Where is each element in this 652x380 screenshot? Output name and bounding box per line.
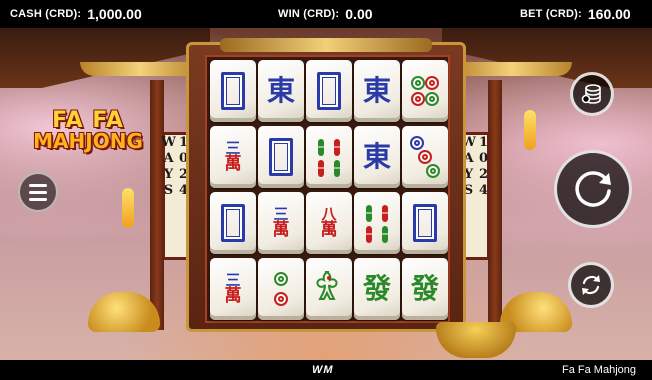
bet-display: BET (CRD): 160.00 <box>520 0 631 28</box>
tile-east-wind: 東 <box>354 126 400 188</box>
tile-green-fa: 發 <box>402 258 448 320</box>
cash-display: CASH (CRD): 1,000.00 <box>10 0 142 28</box>
tile-two-circles <box>258 258 304 320</box>
spin-button[interactable] <box>554 150 632 228</box>
white-dragon-symbol <box>413 204 437 242</box>
autoplay-icon <box>582 275 600 295</box>
autoplay-button[interactable] <box>568 262 614 308</box>
coin-stack-icon <box>581 84 601 104</box>
tile-four-circles <box>402 60 448 122</box>
green-fa-symbol: 發 <box>410 272 439 305</box>
three-circles-symbol <box>410 136 440 178</box>
cash-value: 1,000.00 <box>87 6 142 22</box>
three-wan-symbol: 三萬 <box>272 205 290 240</box>
game-name: Fa Fa Mahjong <box>562 364 636 376</box>
provider-logo: WM <box>312 364 334 376</box>
four-circles-symbol <box>411 76 439 106</box>
win-label: WIN (CRD): <box>278 8 340 20</box>
white-dragon-symbol <box>221 204 245 242</box>
eight-wan-symbol: 八萬 <box>320 205 338 240</box>
roof-eave-right <box>452 62 572 76</box>
east-wind-symbol: 東 <box>362 74 391 107</box>
three-wan-symbol: 三萬 <box>224 271 242 306</box>
tile-bird-bamboo <box>306 258 352 320</box>
four-bamboo-symbol <box>318 139 340 177</box>
menu-icon-bar <box>29 197 47 201</box>
white-dragon-symbol <box>269 138 293 176</box>
bird-bamboo-symbol <box>316 271 338 300</box>
menu-button[interactable] <box>18 172 58 212</box>
bet-value: 160.00 <box>587 6 631 22</box>
game-logo: FA FA MAHJONG <box>18 108 158 153</box>
four-bamboo-symbol <box>366 205 388 243</box>
tile-east-wind: 東 <box>354 60 400 122</box>
tile-four-bamboo <box>306 126 352 188</box>
tile-four-bamboo <box>354 192 400 254</box>
tile-three-wan: 三萬 <box>210 126 256 188</box>
tile-east-wind: 東 <box>258 60 304 122</box>
white-dragon-symbol <box>317 72 341 110</box>
green-fa-symbol: 發 <box>362 272 391 305</box>
east-wind-symbol: 東 <box>362 140 391 173</box>
white-dragon-symbol <box>221 72 245 110</box>
win-value: 0.00 <box>345 6 373 22</box>
tile-white-dragon <box>210 60 256 122</box>
east-wind-symbol: 東 <box>266 74 295 107</box>
tile-three-wan: 三萬 <box>210 258 256 320</box>
bet-settings-button[interactable] <box>570 72 614 116</box>
tile-white-dragon <box>402 192 448 254</box>
reel-grid: 三萬三萬東三萬八萬東東發發 <box>205 55 450 323</box>
three-wan-symbol: 三萬 <box>224 139 242 174</box>
logo-line2: MAHJONG <box>33 129 143 153</box>
tile-three-wan: 三萬 <box>258 192 304 254</box>
tile-white-dragon <box>210 192 256 254</box>
tile-white-dragon <box>258 126 304 188</box>
bet-label: BET (CRD): <box>520 8 582 20</box>
win-display: WIN (CRD): 0.00 <box>278 0 373 28</box>
two-circles-symbol <box>274 272 288 306</box>
tile-green-fa: 發 <box>354 258 400 320</box>
menu-icon-bar <box>29 190 47 194</box>
ways-banner-right: 1024 WAYS <box>461 132 491 260</box>
status-bar: CASH (CRD): 1,000.00 WIN (CRD): 0.00 BET… <box>0 0 652 28</box>
cash-label: CASH (CRD): <box>10 8 82 20</box>
reel-frame-crest <box>220 38 432 52</box>
lantern-left <box>122 188 134 228</box>
tile-eight-wan: 八萬 <box>306 192 352 254</box>
roof-eave-left <box>80 62 200 76</box>
tile-white-dragon <box>306 60 352 122</box>
spin-icon <box>575 171 611 207</box>
tile-three-circles <box>402 126 448 188</box>
menu-icon <box>29 183 47 187</box>
lantern-right <box>524 110 536 150</box>
